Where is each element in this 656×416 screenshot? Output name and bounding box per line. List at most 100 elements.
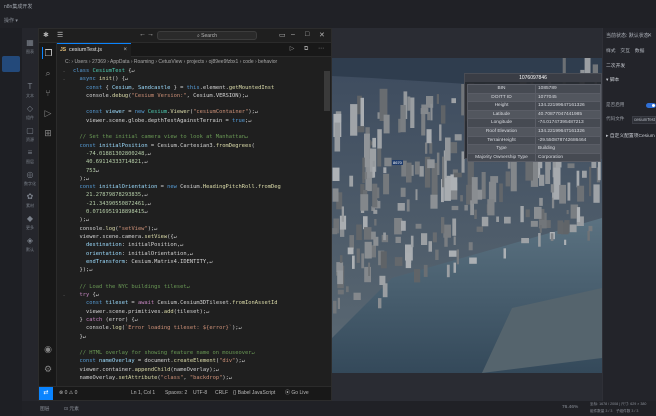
section-script[interactable]: ▾ 脚本 xyxy=(606,76,619,83)
component-icon[interactable]: ◇ xyxy=(25,104,35,113)
fold-marker[interactable] xyxy=(57,233,71,241)
status-eol[interactable]: CRLF xyxy=(215,387,228,400)
material-icon[interactable]: ✿ xyxy=(25,192,35,201)
breadcrumb[interactable]: C: › Users › 27369 › AppData › Roaming ›… xyxy=(57,57,331,67)
status-language[interactable]: {} Babel JavaScript xyxy=(233,387,275,400)
code-line[interactable]: orientation: initialOrientation,↵ xyxy=(73,250,323,258)
status-encoding[interactable]: UTF-8 xyxy=(193,387,207,400)
code-line[interactable]: const nameOverlay = document.createEleme… xyxy=(73,357,323,365)
search-icon[interactable]: ⌕ xyxy=(42,67,54,79)
status-go-live[interactable]: ⦿ Go Live xyxy=(285,387,309,400)
code-line[interactable]: console.log(`Error loading tileset: ${er… xyxy=(73,324,323,332)
feature-marker-label[interactable]: 8670 xyxy=(392,160,403,165)
fold-marker[interactable] xyxy=(57,167,71,175)
code-line[interactable]: nameOverlay.setAttribute("class", "backd… xyxy=(73,374,323,382)
code-line[interactable]: console.log("setView");↵ xyxy=(73,225,323,233)
resource-icon[interactable]: ▢ xyxy=(25,126,35,135)
fold-marker[interactable] xyxy=(57,349,71,357)
fold-marker[interactable] xyxy=(57,341,71,349)
source-control-icon[interactable]: ⑂ xyxy=(42,87,54,99)
layout-panel-icon[interactable]: ▭ xyxy=(279,31,286,39)
forward-arrow-icon[interactable]: → xyxy=(147,31,154,38)
code-line[interactable]: const tileset = await Cesium.Cesium3DTil… xyxy=(73,299,323,307)
fold-marker[interactable] xyxy=(57,84,71,92)
fold-marker[interactable] xyxy=(57,250,71,258)
fold-marker[interactable] xyxy=(57,150,71,158)
code-line[interactable]: viewer.scene.primitives.add(tileset);↵ xyxy=(73,308,323,316)
explorer-icon[interactable]: ❐ xyxy=(42,47,54,59)
code-line[interactable]: 21.27879878293835,↵ xyxy=(73,191,323,199)
close-icon[interactable]: ✕ xyxy=(647,32,652,39)
fold-marker[interactable] xyxy=(57,208,71,216)
enable-toggle[interactable] xyxy=(646,103,656,108)
fold-marker[interactable] xyxy=(57,258,71,266)
close-window-icon[interactable]: ✕ xyxy=(319,31,325,39)
fold-marker[interactable]: ⌄ xyxy=(57,75,71,83)
code-line[interactable]: // HTML overlay for showing feature name… xyxy=(73,349,323,357)
code-line[interactable]: async init() {↵ xyxy=(73,75,323,83)
fold-marker[interactable] xyxy=(57,200,71,208)
code-line[interactable] xyxy=(73,341,323,349)
fold-marker[interactable] xyxy=(57,142,71,150)
code-line[interactable]: viewer.scene.globe.depthTestAgainstTerra… xyxy=(73,117,323,125)
settings-gear-icon[interactable]: ⚙ xyxy=(42,363,54,375)
fold-marker[interactable] xyxy=(57,333,71,341)
status-cursor-position[interactable]: Ln 1, Col 1 xyxy=(131,387,155,400)
code-line[interactable]: -21.34390550872461,↵ xyxy=(73,200,323,208)
section-custom-config[interactable]: ▸ 自定义配置项Cesium xyxy=(606,132,655,139)
code-line[interactable] xyxy=(73,125,323,133)
layer-icon[interactable]: ≡ xyxy=(25,148,35,157)
fold-marker[interactable] xyxy=(57,299,71,307)
fold-marker[interactable] xyxy=(57,191,71,199)
code-line[interactable]: class CesiumTest {↵ xyxy=(73,67,323,75)
code-line[interactable]: 40.69114333714821,↵ xyxy=(73,158,323,166)
fold-marker[interactable] xyxy=(57,216,71,224)
code-line[interactable]: 0.0716951918898415↵ xyxy=(73,208,323,216)
editor-scrollbar[interactable] xyxy=(323,67,331,386)
code-line[interactable]: endTransform: Cesium.Matrix4.IDENTITY,↵ xyxy=(73,258,323,266)
code-line[interactable] xyxy=(73,274,323,282)
fold-marker[interactable] xyxy=(57,374,71,382)
more-icon[interactable]: ◆ xyxy=(25,214,35,223)
code-line[interactable]: }↵ xyxy=(73,333,323,341)
fold-marker[interactable] xyxy=(57,108,71,116)
fold-marker[interactable] xyxy=(57,266,71,274)
fold-marker[interactable] xyxy=(57,183,71,191)
fold-marker[interactable] xyxy=(57,133,71,141)
fold-marker[interactable] xyxy=(57,366,71,374)
host-operations-menu[interactable]: 操作 ▾ xyxy=(4,17,18,24)
code-line[interactable]: // Load the NYC buildings tileset↵ xyxy=(73,283,323,291)
status-indentation[interactable]: Spaces: 2 xyxy=(165,387,187,400)
fold-marker[interactable] xyxy=(57,92,71,100)
text-icon[interactable]: T xyxy=(25,82,35,91)
code-line[interactable]: destination: initialPosition,↵ xyxy=(73,241,323,249)
code-line[interactable]: const { Cesium, Sandcastle } = this.elem… xyxy=(73,84,323,92)
run-debug-icon[interactable]: ▷ xyxy=(42,107,54,119)
fold-marker[interactable] xyxy=(57,175,71,183)
fold-marker[interactable] xyxy=(57,125,71,133)
zoom-level[interactable]: 76.46% xyxy=(562,405,578,410)
panel-tabs[interactable]: 样式 交互 数据 xyxy=(606,47,644,54)
status-problems[interactable]: ⊗ 0 ⚠ 0 xyxy=(59,387,77,400)
code-line[interactable]: try {↵ xyxy=(73,291,323,299)
back-arrow-icon[interactable]: ← xyxy=(139,31,146,38)
code-line[interactable]: const viewer = new Cesium.Viewer("cesium… xyxy=(73,108,323,116)
editor-actions[interactable]: ▷ ⧉ ⋯ xyxy=(290,45,328,53)
remote-indicator-icon[interactable]: ⇄ xyxy=(39,387,53,400)
bottom-element-tab[interactable]: ⊡ 元素 xyxy=(64,405,79,412)
code-line[interactable]: );↵ xyxy=(73,175,323,183)
fold-marker[interactable] xyxy=(57,117,71,125)
close-tab-icon[interactable]: × xyxy=(123,44,127,57)
fold-marker[interactable] xyxy=(57,225,71,233)
code-line[interactable]: // Set the initial camera view to look a… xyxy=(73,133,323,141)
fold-marker[interactable] xyxy=(57,283,71,291)
code-line[interactable]: 753↵ xyxy=(73,167,323,175)
fold-marker[interactable] xyxy=(57,357,71,365)
extensions-icon[interactable]: ⊞ xyxy=(42,127,54,139)
fold-marker[interactable]: ⌄ xyxy=(57,291,71,299)
minimize-icon[interactable]: – xyxy=(291,31,295,38)
fold-marker[interactable] xyxy=(57,241,71,249)
digital-icon[interactable]: ◎ xyxy=(25,170,35,179)
code-file-select[interactable]: cesiumTest.js xyxy=(632,116,656,124)
code-line[interactable] xyxy=(73,100,323,108)
